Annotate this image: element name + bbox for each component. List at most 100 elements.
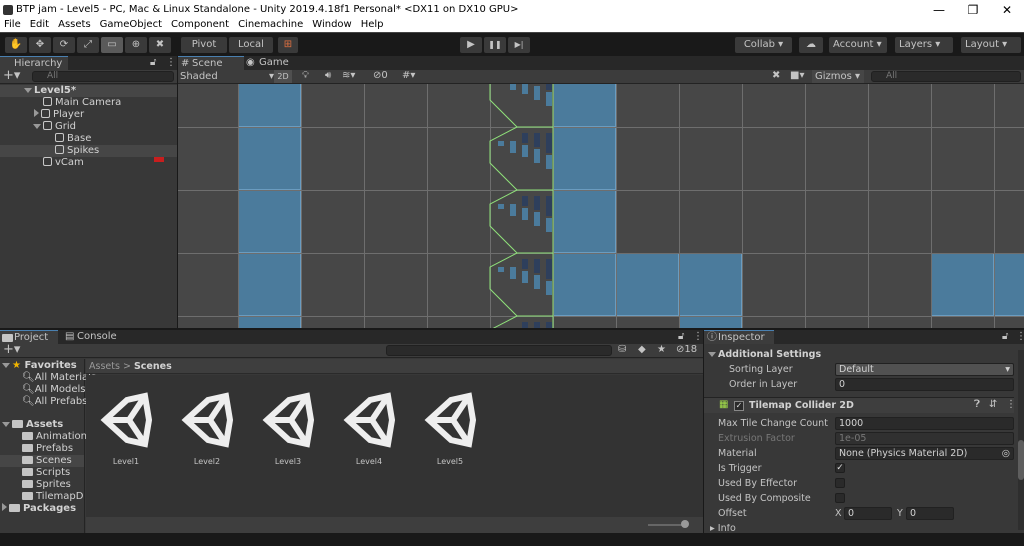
filter-by-type-icon[interactable]: ⛁: [618, 344, 626, 355]
transform-tool-icon[interactable]: ⊕: [125, 37, 147, 53]
hierarchy-item[interactable]: Base: [55, 133, 91, 145]
hierarchy-item[interactable]: Main Camera: [43, 97, 121, 109]
collab-button[interactable]: Collab ▾: [735, 37, 792, 53]
used-by-composite-checkbox[interactable]: [835, 493, 845, 503]
maximize-button[interactable]: ❐: [956, 0, 990, 20]
folder-item[interactable]: TilemapDat: [22, 491, 84, 503]
tab-game[interactable]: ◉ Game: [244, 56, 304, 70]
tab-inspector[interactable]: ⓘ Inspector: [704, 330, 774, 344]
inspector-scrollbar[interactable]: [1018, 350, 1024, 530]
audio-icon[interactable]: 🔊︎: [325, 70, 331, 81]
add-icon[interactable]: +▾: [3, 68, 20, 83]
hidden-packages-toggle[interactable]: ⊘18: [676, 344, 697, 355]
more-icon[interactable]: ⋮: [1006, 399, 1016, 410]
object-picker-icon[interactable]: ◎: [1002, 448, 1010, 459]
asset-scene-file[interactable]: Level5: [420, 392, 480, 466]
hand-tool-icon[interactable]: ✋: [5, 37, 27, 53]
menu-help[interactable]: Help: [357, 20, 389, 32]
hierarchy-item[interactable]: vCam: [43, 157, 84, 169]
shading-dropdown[interactable]: Shaded ▾: [180, 70, 276, 83]
scene-search-input[interactable]: All: [871, 71, 1021, 82]
folder-item[interactable]: Animations: [22, 431, 92, 443]
rect-tool-icon[interactable]: ▭: [101, 37, 123, 53]
hierarchy-item[interactable]: Grid: [33, 121, 76, 133]
folder-item[interactable]: Sprites: [22, 479, 71, 491]
scale-tool-icon[interactable]: ⤢: [77, 37, 99, 53]
more-icon[interactable]: ⋮: [1016, 331, 1024, 342]
scene-root[interactable]: Level5*: [0, 85, 177, 97]
filter-by-label-icon[interactable]: ◆: [638, 344, 646, 355]
lock-icon[interactable]: 🔓︎: [150, 57, 156, 68]
project-search-input[interactable]: [386, 345, 612, 356]
menu-edit[interactable]: Edit: [26, 20, 54, 32]
zoom-slider-track[interactable]: [648, 524, 684, 526]
tab-scene[interactable]: # Scene: [178, 56, 244, 70]
folder-item[interactable]: Prefabs: [22, 443, 73, 455]
component-header[interactable]: ▦ ✓ Tilemap Collider 2D ❓︎ ⇵ ⋮: [704, 397, 1016, 413]
add-icon[interactable]: +▾: [3, 342, 20, 357]
zoom-slider-handle[interactable]: [681, 520, 689, 528]
tab-console[interactable]: ▤ Console: [62, 330, 122, 344]
move-tool-icon[interactable]: ✥: [29, 37, 51, 53]
lighting-icon[interactable]: 💡︎: [302, 70, 309, 81]
help-icon[interactable]: ❓︎: [974, 399, 980, 410]
offset-y-field[interactable]: 0: [906, 507, 954, 520]
menu-assets[interactable]: Assets: [54, 20, 96, 32]
favorite-item[interactable]: 🔍︎All Prefabs: [22, 396, 87, 408]
sorting-layer-dropdown[interactable]: Default ▾: [835, 363, 1014, 376]
menu-window[interactable]: Window: [308, 20, 356, 32]
lock-icon[interactable]: 🔓︎: [1002, 331, 1008, 342]
favorite-star-icon[interactable]: ★: [657, 344, 666, 355]
menu-file[interactable]: File: [0, 20, 26, 32]
step-button[interactable]: ▶|: [508, 37, 530, 53]
breadcrumb-assets[interactable]: Assets: [89, 361, 120, 372]
order-in-layer-field[interactable]: 0: [835, 378, 1014, 391]
info-foldout[interactable]: ▸ Info: [710, 524, 736, 532]
favorite-item[interactable]: 🔍︎All Materials: [22, 372, 96, 384]
menu-cinemachine[interactable]: Cinemachine: [234, 20, 308, 32]
additional-settings-foldout[interactable]: Additional Settings: [708, 349, 821, 361]
menu-gameobject[interactable]: GameObject: [96, 20, 167, 32]
offset-x-field[interactable]: 0: [844, 507, 892, 520]
hidden-objects-toggle[interactable]: ⊘0: [373, 70, 388, 81]
menu-component[interactable]: Component: [167, 20, 234, 32]
breadcrumb-scenes[interactable]: Scenes: [134, 361, 172, 372]
assets-node[interactable]: Assets: [2, 419, 63, 431]
pause-button[interactable]: ❚❚: [484, 37, 506, 53]
asset-scene-file[interactable]: Level1: [96, 392, 156, 466]
play-button[interactable]: ▶: [460, 37, 482, 53]
layout-dropdown[interactable]: Layout ▾: [961, 37, 1021, 53]
used-by-effector-checkbox[interactable]: [835, 478, 845, 488]
folder-item-selected[interactable]: Scenes: [0, 455, 84, 467]
component-enabled-checkbox[interactable]: ✓: [734, 401, 744, 411]
preset-icon[interactable]: ⇵: [989, 399, 997, 410]
hierarchy-item-selected[interactable]: Spikes: [0, 145, 177, 157]
asset-scene-file[interactable]: Level3: [258, 392, 318, 466]
packages-node[interactable]: Packages: [2, 503, 76, 515]
rotate-tool-icon[interactable]: ⟳: [53, 37, 75, 53]
scene-view[interactable]: [178, 84, 1024, 328]
grid-icon[interactable]: #▾: [402, 70, 415, 81]
lock-icon[interactable]: 🔓︎: [678, 331, 684, 342]
favorites-node[interactable]: ★ Favorites: [2, 360, 77, 372]
hierarchy-item[interactable]: Player: [34, 109, 84, 121]
tools-icon[interactable]: ✖: [772, 70, 780, 81]
more-icon[interactable]: ⋮: [166, 57, 176, 68]
pivot-button[interactable]: Pivot: [181, 37, 227, 53]
local-button[interactable]: Local: [229, 37, 273, 53]
account-dropdown[interactable]: Account ▾: [829, 37, 887, 53]
material-field[interactable]: None (Physics Material 2D) ◎: [835, 447, 1014, 460]
folder-item[interactable]: Scripts: [22, 467, 70, 479]
favorite-item[interactable]: 🔍︎All Models: [22, 384, 86, 396]
gizmos-dropdown[interactable]: Gizmos ▾: [812, 70, 864, 83]
custom-tool-icon[interactable]: ✖: [149, 37, 171, 53]
close-button[interactable]: ✕: [990, 0, 1024, 20]
cloud-icon[interactable]: ☁: [799, 37, 823, 53]
minimize-button[interactable]: —: [922, 0, 956, 20]
is-trigger-checkbox[interactable]: ✓: [835, 463, 845, 473]
more-icon[interactable]: ⋮: [693, 331, 703, 342]
max-tile-field[interactable]: 1000: [835, 417, 1014, 430]
asset-scene-file[interactable]: Level4: [339, 392, 399, 466]
camera-icon[interactable]: ■▾: [790, 70, 804, 81]
snap-icon[interactable]: ⊞: [278, 37, 298, 53]
